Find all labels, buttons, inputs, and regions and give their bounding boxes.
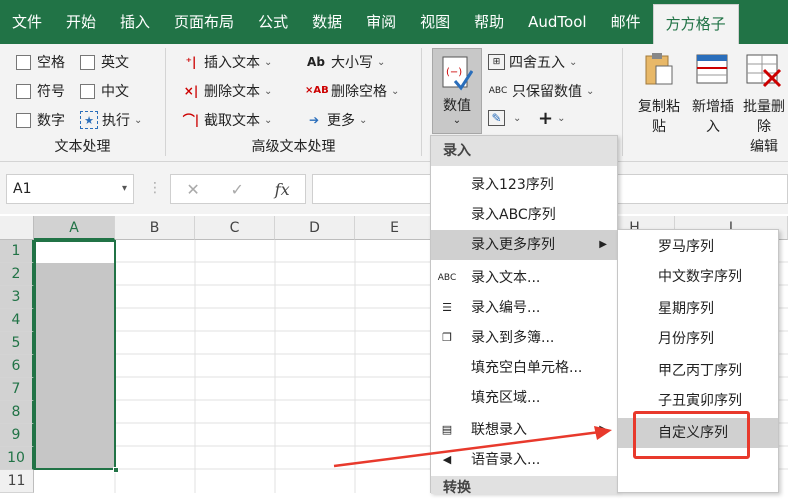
annotation-arrow-icon xyxy=(333,426,612,468)
